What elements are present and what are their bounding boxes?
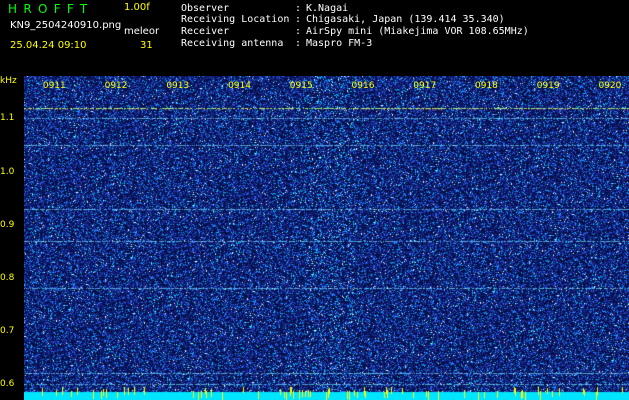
x-tick-label: 0916 bbox=[351, 81, 375, 91]
x-tick-label: 0911 bbox=[42, 81, 66, 91]
x-tick-label: 0915 bbox=[289, 81, 313, 91]
antenna-value: Maspro FM-3 bbox=[306, 38, 373, 49]
receiver-value: AirSpy mini (Miakejima VOR 108.65MHz) bbox=[306, 26, 529, 37]
x-tick-label: 0919 bbox=[536, 81, 560, 91]
app-title: HROFFT bbox=[8, 2, 94, 16]
x-tick-label: 0918 bbox=[475, 81, 498, 91]
antenna-separator: : bbox=[295, 38, 302, 49]
x-tick-label: 0920 bbox=[598, 81, 622, 91]
y-tick-label: 1.0 bbox=[0, 166, 15, 177]
observer-label: Observer bbox=[181, 3, 230, 14]
location-label: Receiving Location bbox=[181, 14, 290, 25]
receiver-separator: : bbox=[295, 26, 302, 37]
spectrogram-plot bbox=[24, 76, 629, 400]
location-value: Chigasaki, Japan (139.414 35.340) bbox=[306, 14, 505, 25]
y-tick-label: 0.9 bbox=[0, 219, 15, 230]
header-panel: HROFFT 1.00f KN9_2504240910.png meleor 2… bbox=[0, 0, 629, 76]
y-tick-label: 0.7 bbox=[0, 325, 15, 336]
count-label: 31 bbox=[140, 40, 153, 51]
x-tick-label: 0913 bbox=[166, 81, 190, 91]
x-tick-label: 0917 bbox=[413, 81, 437, 91]
y-tick-label: 0.8 bbox=[0, 272, 15, 283]
datetime-label: 25.04.24 09:10 bbox=[10, 40, 87, 51]
location-separator: : bbox=[295, 14, 302, 25]
spectrogram-canvas bbox=[24, 76, 629, 400]
antenna-label: Receiving antenna bbox=[181, 38, 284, 49]
x-tick-label: 0912 bbox=[104, 81, 128, 91]
version-label: 1.00f bbox=[124, 2, 150, 13]
y-axis: kHz 1.1 1.0 0.9 0.8 0.7 0.6 bbox=[0, 76, 24, 400]
y-tick-label: 0.6 bbox=[0, 379, 15, 390]
observer-separator: : bbox=[295, 3, 302, 14]
mode-label: meleor bbox=[124, 26, 160, 37]
y-axis-unit: kHz bbox=[0, 76, 17, 86]
observer-value: K.Nagai bbox=[306, 3, 349, 14]
x-tick-label: 0914 bbox=[228, 81, 251, 91]
filename-label: KN9_2504240910.png bbox=[10, 20, 122, 31]
receiver-label: Receiver bbox=[181, 26, 230, 37]
y-tick-label: 1.1 bbox=[0, 113, 15, 124]
